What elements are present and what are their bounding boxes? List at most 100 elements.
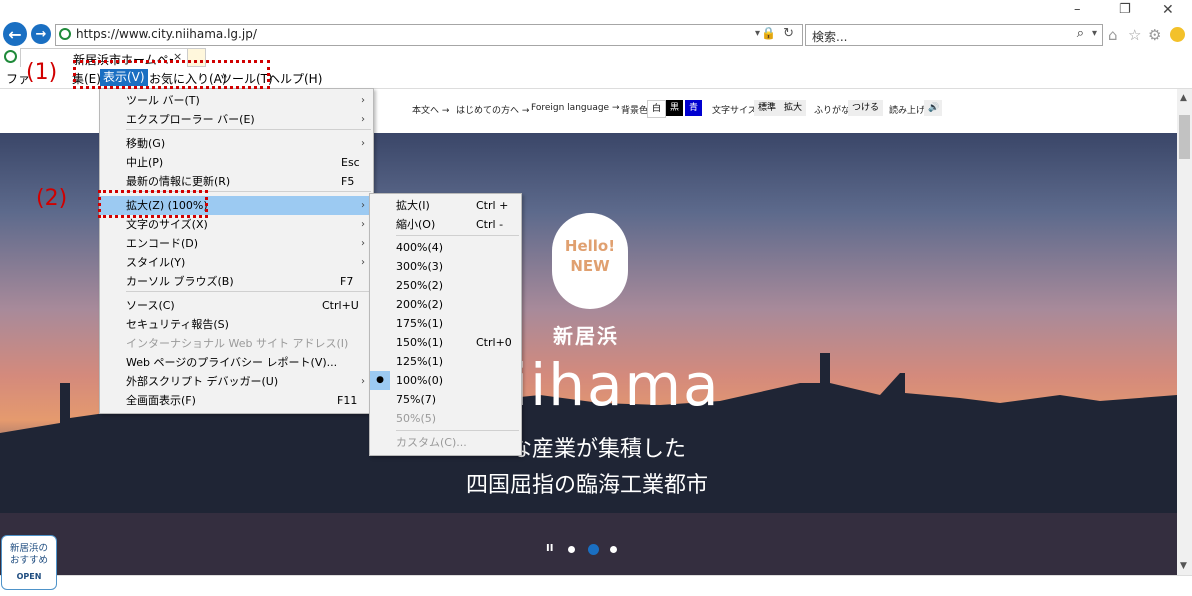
view-menu-item[interactable]: エクスプローラー バー(E) ›	[100, 110, 373, 129]
text-standard-button[interactable]: 標準	[754, 100, 781, 116]
search-input[interactable]: 検索... ⌕ ▾	[805, 24, 1103, 46]
zoom-menu-item[interactable]: 150%(1) Ctrl+0	[370, 333, 521, 352]
view-menu-item[interactable]: ソース(C) Ctrl+U	[100, 296, 373, 315]
zoom-menu-item[interactable]: 125%(1)	[370, 352, 521, 371]
city-kanji-logo: 新居浜	[553, 324, 619, 348]
chevron-right-icon: ›	[361, 238, 365, 249]
view-menu-item[interactable]: Web ページのプライバシー レポート(V)...	[100, 353, 373, 372]
read-aloud-link[interactable]: 読み上げ	[889, 103, 925, 116]
foreign-language-link[interactable]: Foreign language →	[531, 103, 619, 113]
chevron-right-icon: ›	[361, 200, 365, 211]
zoom-menu-item-label: 拡大(I)	[396, 199, 430, 212]
view-menu-item[interactable]: ツール バー(T) ›	[100, 91, 373, 110]
zoom-menu-item-label: 150%(1)	[396, 336, 444, 349]
bubble-new: NEW	[570, 257, 610, 275]
menu-help[interactable]: ヘルプ(H)	[268, 70, 322, 87]
minimize-button[interactable]: –	[1074, 2, 1081, 17]
badge-line2: おすすめ	[9, 555, 48, 566]
zoom-menu-item[interactable]: ● 100%(0)	[370, 371, 521, 390]
menu-separator	[126, 291, 371, 292]
bg-black-button[interactable]: 黒	[666, 100, 684, 116]
view-menu-item-label: カーソル ブラウズ(B)	[126, 275, 234, 288]
recommend-badge[interactable]: 新居浜の おすすめ OPEN	[1, 535, 57, 590]
view-menu-item[interactable]: カーソル ブラウズ(B) F7	[100, 272, 373, 291]
view-menu-item-label: 外部スクリプト デバッガー(U)	[126, 375, 279, 388]
zoom-menu-item: カスタム(C)...	[370, 433, 521, 452]
site-favicon-icon	[59, 28, 71, 40]
view-menu-item-label: 中止(P)	[126, 156, 164, 169]
view-menu-item-label: 全画面表示(F)	[126, 394, 196, 407]
view-menu-item[interactable]: 全画面表示(F) F11	[100, 391, 373, 410]
text-large-button[interactable]: 拡大	[780, 100, 807, 116]
lock-icon[interactable]: 🔒	[761, 26, 776, 40]
chevron-right-icon: ›	[361, 114, 365, 125]
slide-dot[interactable]	[568, 546, 575, 553]
bubble-hello: Hello!	[564, 237, 616, 255]
restore-button[interactable]: ❐	[1119, 2, 1131, 17]
view-menu-item-shortcut: Ctrl+U	[322, 299, 359, 312]
chevron-right-icon: ›	[361, 138, 365, 149]
scroll-thumb[interactable]	[1179, 115, 1190, 159]
view-menu-item[interactable]: 最新の情報に更新(R) F5	[100, 172, 373, 191]
zoom-menu-item-label: 100%(0)	[396, 374, 444, 387]
zoom-menu-item[interactable]: 拡大(I) Ctrl +	[370, 196, 521, 215]
search-dropdown-icon[interactable]: ▾	[1092, 28, 1097, 39]
bg-blue-button[interactable]: 青	[685, 100, 703, 116]
speaker-icon[interactable]: 🔊	[924, 100, 942, 116]
city-roman-logo: iihama	[512, 351, 721, 419]
tagline-line1: な産業が集積した	[510, 437, 687, 462]
home-icon[interactable]: ⌂	[1108, 26, 1118, 44]
bg-white-button[interactable]: 白	[647, 100, 667, 118]
slide-dot-active[interactable]	[588, 544, 599, 555]
refresh-icon[interactable]: ↻	[783, 26, 794, 41]
smiley-feedback-icon[interactable]	[1170, 27, 1185, 42]
furigana-button[interactable]: つける	[848, 100, 884, 116]
zoom-menu-item-label: 75%(7)	[396, 393, 437, 406]
view-menu-item[interactable]: 中止(P) Esc	[100, 153, 373, 172]
back-icon[interactable]: ←	[3, 22, 27, 46]
zoom-menu-item-label: 縮小(O)	[396, 218, 436, 231]
badge-line1: 新居浜の	[9, 543, 48, 554]
scroll-down-icon[interactable]: ▼	[1180, 561, 1187, 571]
forward-icon[interactable]: →	[31, 24, 51, 44]
zoom-menu-item-shortcut: Ctrl -	[476, 218, 504, 231]
view-menu-item-shortcut: F7	[340, 275, 354, 288]
zoom-menu-item[interactable]: 75%(7)	[370, 390, 521, 409]
view-menu-item[interactable]: エンコード(D) ›	[100, 234, 373, 253]
chevron-right-icon: ›	[361, 219, 365, 230]
tab-favicon-icon	[4, 50, 17, 63]
zoom-menu-item[interactable]: 300%(3)	[370, 257, 521, 276]
menu-separator	[396, 430, 519, 431]
view-menu-item-label: 移動(G)	[126, 137, 166, 150]
dropdown-arrow-icon[interactable]: ▾	[755, 28, 760, 39]
favorites-star-icon[interactable]: ☆	[1128, 26, 1141, 44]
view-menu-item[interactable]: 移動(G) ›	[100, 134, 373, 153]
hello-bubble: Hello! NEW	[552, 213, 628, 309]
slide-dot[interactable]	[610, 546, 617, 553]
search-icon[interactable]: ⌕	[1077, 26, 1084, 41]
view-menu-item[interactable]: 外部スクリプト デバッガー(U) ›	[100, 372, 373, 391]
view-menu-item-label: ソース(C)	[126, 299, 175, 312]
view-menu-item[interactable]: セキュリティ報告(S)	[100, 315, 373, 334]
first-visitors-link[interactable]: はじめての方へ →	[456, 103, 529, 116]
zoom-menu-item[interactable]: 250%(2)	[370, 276, 521, 295]
slideshow-pause-button[interactable]: II	[546, 543, 553, 554]
zoom-menu-item-label: 200%(2)	[396, 298, 444, 311]
furigana-label: ふりがな	[814, 106, 851, 116]
gear-icon[interactable]: ⚙	[1148, 26, 1161, 44]
url-input[interactable]: https://www.city.niihama.lg.jp/ ▾ 🔒 ↻	[55, 24, 803, 46]
zoom-menu-item[interactable]: 縮小(O) Ctrl -	[370, 215, 521, 234]
view-menu-item[interactable]: スタイル(Y) ›	[100, 253, 373, 272]
callout-label-2: (2)	[36, 186, 68, 211]
menu-separator	[396, 235, 519, 236]
skip-to-content-link[interactable]: 本文へ →	[412, 103, 449, 116]
scroll-up-icon[interactable]: ▲	[1180, 93, 1187, 103]
zoom-menu-item[interactable]: 175%(1)	[370, 314, 521, 333]
site-bottom-strip	[0, 575, 1192, 596]
callout-box-1	[73, 60, 270, 89]
page-scrollbar[interactable]: ▲ ▼	[1177, 89, 1192, 575]
close-button[interactable]: ✕	[1162, 2, 1174, 18]
zoom-menu-item[interactable]: 400%(4)	[370, 238, 521, 257]
zoom-menu-item[interactable]: 200%(2)	[370, 295, 521, 314]
zoom-menu-item-label: 300%(3)	[396, 260, 444, 273]
